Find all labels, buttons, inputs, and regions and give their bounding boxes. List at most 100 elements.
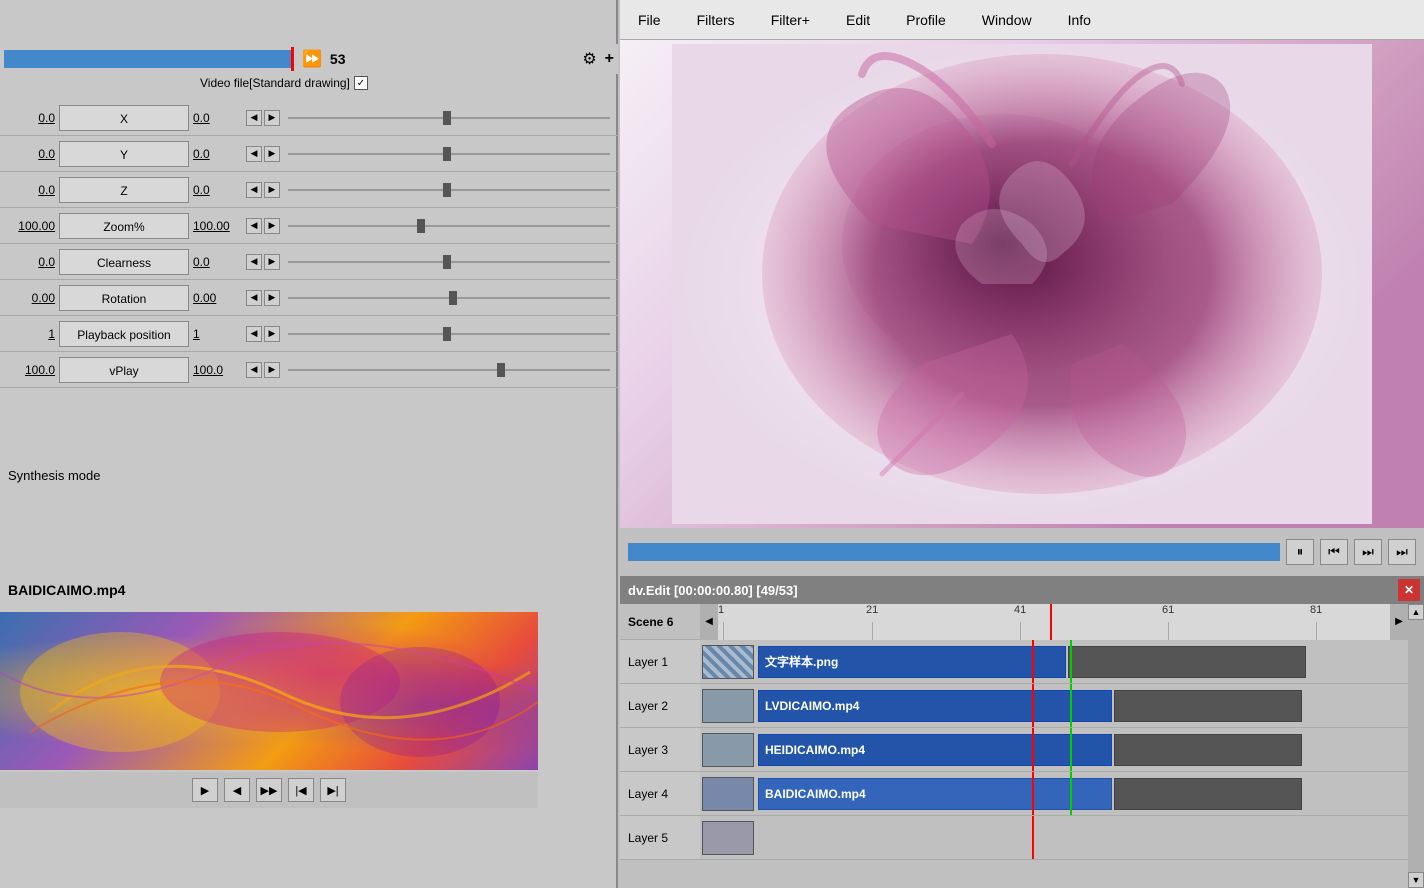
scroll-up-btn[interactable]: ▲ (1408, 604, 1424, 620)
zoom-label-btn[interactable]: Zoom% (59, 213, 189, 239)
synthesis-mode-label: Synthesis mode (8, 468, 101, 483)
menu-info[interactable]: Info (1060, 8, 1099, 32)
z-arrow-left[interactable]: ◀ (246, 182, 262, 198)
timecode-text: dv.Edit [00:00:00.80] [49/53] (628, 583, 798, 598)
y-label-btn[interactable]: Y (59, 141, 189, 167)
params-area: 0.0 X 0.0 ◀ ▶ 0.0 Y 0.0 ◀ ▶ (0, 100, 618, 388)
z-label-btn[interactable]: Z (59, 177, 189, 203)
timeline-ruler: 1 21 41 61 81 (718, 604, 1390, 640)
vplay-arrows: ◀ ▶ (246, 362, 280, 378)
scroll-left-btn[interactable]: ◀ (700, 604, 718, 640)
x-left-val[interactable]: 0.0 (4, 111, 59, 125)
rotation-right-val[interactable]: 0.00 (189, 291, 244, 305)
video-file-checkbox[interactable]: ✓ (354, 76, 368, 90)
z-arrow-right[interactable]: ▶ (264, 182, 280, 198)
z-left-val[interactable]: 0.0 (4, 183, 59, 197)
preview-area (620, 40, 1424, 528)
zoom-arrows: ◀ ▶ (246, 218, 280, 234)
bottom-playbar: ⏸ ⏮ ⏭ ⏭ (620, 528, 1424, 576)
fast-forward-btn[interactable]: ⏩ (302, 49, 322, 69)
playback-slider[interactable] (288, 325, 610, 343)
param-row-vplay: 100.0 vPlay 100.0 ◀ ▶ (0, 352, 618, 388)
play-btn[interactable]: ▶ (192, 778, 218, 802)
z-right-val[interactable]: 0.0 (189, 183, 244, 197)
timeline-layer-4: BAIDICAIMO.mp4 (700, 772, 1408, 816)
vplay-arrow-left[interactable]: ◀ (246, 362, 262, 378)
rotation-slider[interactable] (288, 289, 610, 307)
layer-2-clip[interactable]: LVDICAIMO.mp4 (758, 690, 1112, 722)
rotation-label-btn[interactable]: Rotation (59, 285, 189, 311)
clearness-arrow-left[interactable]: ◀ (246, 254, 262, 270)
x-arrow-right[interactable]: ▶ (264, 110, 280, 126)
param-row-playback: 1 Playback position 1 ◀ ▶ (0, 316, 618, 352)
y-slider[interactable] (288, 145, 610, 163)
layer-4-clip-ext (1114, 778, 1302, 810)
playback-arrow-left[interactable]: ◀ (246, 326, 262, 342)
x-label-btn[interactable]: X (59, 105, 189, 131)
prev-frame-btn[interactable]: ◀ (224, 778, 250, 802)
bottom-start-btn[interactable]: ⏭ (1388, 539, 1416, 565)
scene-label: Scene 6 (620, 604, 700, 640)
scroll-right-btn[interactable]: ▶ (1390, 604, 1408, 640)
clearness-left-val[interactable]: 0.0 (4, 255, 59, 269)
rotation-left-val[interactable]: 0.00 (4, 291, 59, 305)
playback-left-val[interactable]: 1 (4, 327, 59, 341)
rotation-arrow-left[interactable]: ◀ (246, 290, 262, 306)
layer-1-clip-ext (1068, 646, 1306, 678)
vplay-left-val[interactable]: 100.0 (4, 363, 59, 377)
rotation-arrow-right[interactable]: ▶ (264, 290, 280, 306)
menu-filterplus[interactable]: Filter+ (763, 8, 818, 32)
zoom-slider[interactable] (288, 217, 610, 235)
menu-file[interactable]: File (630, 8, 669, 32)
bottom-next-btn[interactable]: ⏭ (1354, 539, 1382, 565)
goto-end-btn[interactable]: ▶| (320, 778, 346, 802)
zoom-left-val[interactable]: 100.00 (4, 219, 59, 233)
clearness-right-val[interactable]: 0.0 (189, 255, 244, 269)
scroll-down-btn[interactable]: ▼ (1408, 872, 1424, 888)
menu-profile[interactable]: Profile (898, 8, 954, 32)
goto-start-btn[interactable]: |◀ (288, 778, 314, 802)
clearness-label-btn[interactable]: Clearness (59, 249, 189, 275)
y-arrow-left[interactable]: ◀ (246, 146, 262, 162)
clearness-arrow-right[interactable]: ▶ (264, 254, 280, 270)
next-frame-btn[interactable]: ▶▶ (256, 778, 282, 802)
playback-arrow-right[interactable]: ▶ (264, 326, 280, 342)
menu-window[interactable]: Window (974, 8, 1040, 32)
zoom-arrow-left[interactable]: ◀ (246, 218, 262, 234)
plus-btn[interactable]: + (605, 50, 614, 68)
zoom-right-val[interactable]: 100.00 (189, 219, 244, 233)
bottom-progress-bar[interactable] (628, 543, 1280, 561)
y-right-val[interactable]: 0.0 (189, 147, 244, 161)
vplay-slider[interactable] (288, 361, 610, 379)
layer-1-clip[interactable]: 文字样本.png (758, 646, 1066, 678)
layer-3-clip[interactable]: HEIDICAIMO.mp4 (758, 734, 1112, 766)
gear-icon[interactable]: ⚙ (582, 49, 596, 69)
layer-4-label: Layer 4 (620, 772, 700, 816)
z-slider[interactable] (288, 181, 610, 199)
clearness-slider[interactable] (288, 253, 610, 271)
layer-2-label: Layer 2 (620, 684, 700, 728)
vplay-label-btn[interactable]: vPlay (59, 357, 189, 383)
y-left-val[interactable]: 0.0 (4, 147, 59, 161)
layer-4-clip[interactable]: BAIDICAIMO.mp4 (758, 778, 1112, 810)
x-right-val[interactable]: 0.0 (189, 111, 244, 125)
rotation-arrows: ◀ ▶ (246, 290, 280, 306)
vplay-right-val[interactable]: 100.0 (189, 363, 244, 377)
x-slider[interactable] (288, 109, 610, 127)
bottom-prev-btn[interactable]: ⏮ (1320, 539, 1348, 565)
bottom-pause-btn[interactable]: ⏸ (1286, 539, 1314, 565)
y-arrow-right[interactable]: ▶ (264, 146, 280, 162)
x-arrow-left[interactable]: ◀ (246, 110, 262, 126)
menu-filters[interactable]: Filters (689, 8, 743, 32)
zoom-arrow-right[interactable]: ▶ (264, 218, 280, 234)
video-thumbnail (0, 612, 538, 770)
close-btn[interactable]: ✕ (1398, 579, 1420, 601)
ruler-mark-61: 61 (1162, 604, 1174, 616)
progress-bar[interactable] (4, 50, 294, 68)
playback-right-val[interactable]: 1 (189, 327, 244, 341)
menu-edit[interactable]: Edit (838, 8, 878, 32)
layer-3-label: Layer 3 (620, 728, 700, 772)
vplay-arrow-right[interactable]: ▶ (264, 362, 280, 378)
playback-label-btn[interactable]: Playback position (59, 321, 189, 347)
playhead[interactable] (1050, 604, 1052, 640)
